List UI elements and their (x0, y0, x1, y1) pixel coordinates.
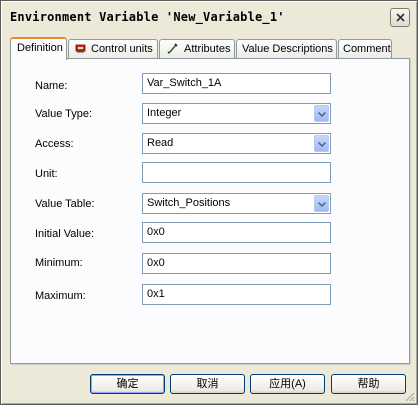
value-table-select[interactable]: Switch_Positions (142, 193, 331, 214)
tab-attributes[interactable]: Attributes (159, 39, 235, 58)
chevron-down-icon (318, 202, 326, 207)
help-button[interactable]: 帮助 (331, 374, 406, 394)
tab-comment[interactable]: Comment (338, 39, 392, 58)
access-dropdown-button[interactable] (314, 135, 329, 152)
close-button[interactable] (390, 8, 410, 27)
tab-control-units[interactable]: Control units (68, 39, 158, 58)
name-label: Name: (35, 80, 68, 92)
cancel-button[interactable]: 取消 (170, 374, 245, 394)
ok-button[interactable]: 确定 (90, 374, 165, 394)
tab-value-descriptions[interactable]: Value Descriptions (236, 39, 337, 58)
minimum-input[interactable]: 0x0 (142, 253, 331, 274)
tab-label: Attributes (184, 43, 231, 55)
value-type-select[interactable]: Integer (142, 103, 331, 124)
access-label: Access: (35, 138, 74, 150)
tab-definition[interactable]: Definition (10, 37, 67, 60)
apply-button[interactable]: 应用(A) (250, 374, 325, 394)
resize-grip-icon[interactable] (403, 390, 415, 402)
chevron-down-icon (318, 112, 326, 117)
value-table-value: Switch_Positions (147, 197, 231, 209)
name-input[interactable]: Var_Switch_1A (142, 73, 331, 94)
control-units-icon (75, 44, 86, 53)
chevron-down-icon (318, 142, 326, 147)
attributes-icon (167, 43, 178, 54)
value-table-label: Value Table: (35, 198, 95, 210)
access-select[interactable]: Read (142, 133, 331, 154)
value-type-dropdown-button[interactable] (314, 105, 329, 122)
title-bar[interactable]: Environment Variable 'New_Variable_1' (2, 2, 416, 32)
close-icon (396, 13, 405, 22)
value-table-dropdown-button[interactable] (314, 195, 329, 212)
maximum-label: Maximum: (35, 290, 86, 302)
tab-label: Definition (17, 42, 63, 54)
initial-value-label: Initial Value: (35, 228, 95, 240)
maximum-input[interactable]: 0x1 (142, 284, 331, 305)
value-type-value: Integer (147, 107, 182, 119)
unit-input[interactable] (142, 162, 331, 183)
tab-label: Value Descriptions (242, 43, 333, 55)
access-value: Read (147, 137, 174, 149)
window-title: Environment Variable 'New_Variable_1' (10, 10, 285, 24)
minimum-label: Minimum: (35, 257, 83, 269)
value-type-label: Value Type: (35, 108, 93, 120)
environment-variable-dialog: Environment Variable 'New_Variable_1' De… (0, 0, 418, 405)
tab-label: Control units (91, 43, 153, 55)
initial-value-input[interactable]: 0x0 (142, 222, 331, 243)
tab-label: Comment (343, 43, 391, 55)
unit-label: Unit: (35, 168, 58, 180)
definition-panel: Name: Var_Switch_1A Value Type: Integer … (10, 58, 410, 364)
